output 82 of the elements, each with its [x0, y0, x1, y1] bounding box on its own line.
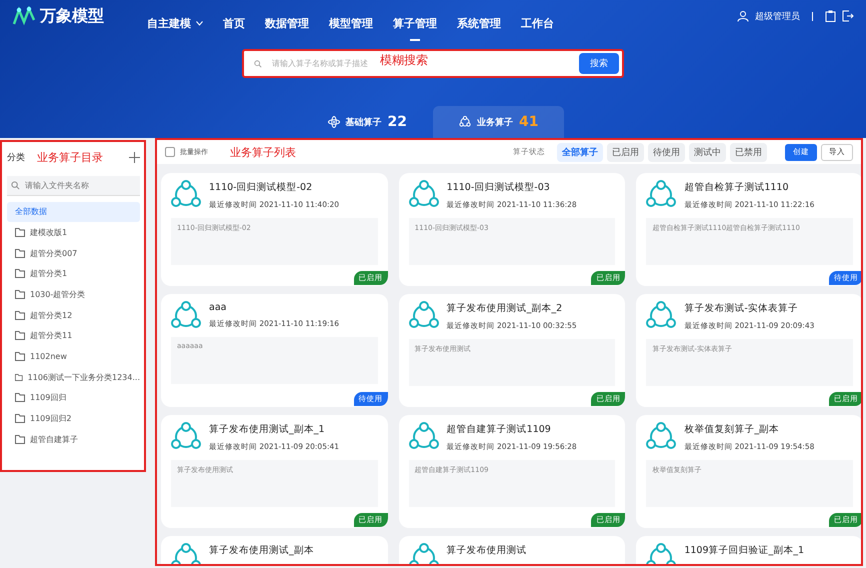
card-title: 算子发布使用测试	[446, 544, 527, 557]
folder-item[interactable]: 超管分类1	[7, 263, 140, 284]
sidebar-title: 分类	[7, 152, 25, 164]
folder-icon	[15, 290, 25, 299]
nav-item[interactable]: 模型管理	[319, 4, 383, 42]
card-title: 算子发布使用测试_副本_2	[446, 302, 564, 315]
add-icon[interactable]	[129, 152, 140, 162]
folder-icon	[15, 414, 25, 424]
share-nodes-icon	[171, 301, 201, 329]
folder-icon	[15, 393, 25, 402]
status-filter-chip[interactable]: 已禁用	[730, 142, 767, 162]
search-icon	[11, 181, 20, 190]
card-title: aaa	[209, 302, 228, 313]
nav-item[interactable]: 系统管理	[447, 4, 511, 42]
card-title: 算子发布使用测试_副本_1	[209, 423, 326, 436]
category-tab[interactable]: 基础算子 22	[302, 106, 433, 138]
share-nodes-icon	[408, 180, 439, 208]
folder-icon	[15, 434, 25, 444]
card-title: 算子发布测试-实体表算子	[684, 302, 799, 315]
operator-card[interactable]: 算子发布使用测试	[398, 536, 626, 564]
status-filter-chip[interactable]: 全部算子	[557, 142, 603, 162]
card-title: 1110-回归测试模型-03	[446, 181, 551, 194]
card-title: 算子发布使用测试_副本	[209, 544, 314, 557]
folder-icon	[15, 310, 25, 320]
status-filter-chip[interactable]: 待使用	[648, 142, 685, 162]
category-tab[interactable]: 业务算子 41	[433, 106, 564, 138]
user-name[interactable]: 超级管理员	[755, 10, 800, 22]
clipboard-icon[interactable]	[825, 10, 836, 22]
nav-item[interactable]: 自主建模	[137, 4, 213, 42]
user-icon	[737, 10, 749, 22]
card-title: 1109算子回归验证_副本_1	[684, 544, 804, 557]
operator-card[interactable]: 算子发布使用测试_副本	[161, 536, 388, 564]
folder-search-input[interactable]: 请输入文件夹名称	[23, 180, 127, 191]
share-nodes-icon	[646, 543, 676, 564]
share-nodes-icon	[646, 301, 676, 329]
operator-card[interactable]: 1109算子回归验证_副本_1	[636, 536, 861, 564]
share-nodes-icon	[171, 422, 201, 450]
status-filter-chip[interactable]: 测试中	[689, 142, 726, 162]
share-nodes-icon	[408, 301, 439, 329]
status-filter-chip[interactable]: 已启用	[607, 142, 644, 162]
folder-item[interactable]: 超管分类007	[7, 242, 140, 264]
nav-item[interactable]: 算子管理	[383, 4, 447, 42]
atom-icon	[328, 116, 340, 128]
share-nodes-icon	[408, 422, 439, 450]
search-button[interactable]: 搜索	[579, 53, 619, 74]
card-title: 1110-回归测试模型-02	[209, 181, 314, 194]
folder-item[interactable]: 1106测试一下业务分类1234...	[7, 366, 140, 388]
annotation-label: 模糊搜索	[380, 52, 428, 69]
card-title: 超管自建算子测试1109	[446, 423, 552, 436]
card-title: 超管自检算子测试1110	[684, 181, 790, 194]
folder-icon	[15, 331, 25, 340]
folder-item[interactable]: 1109回归2	[7, 408, 140, 429]
logo-icon	[12, 6, 36, 26]
annotation-label: 业务算子目录	[37, 150, 103, 164]
share-nodes-icon	[171, 180, 201, 208]
folder-item[interactable]: 1109回归	[7, 388, 140, 408]
folder-item[interactable]: 超管分类11	[7, 325, 140, 346]
folder-item[interactable]: 超管自建算子	[7, 428, 140, 450]
folder-icon	[15, 372, 23, 382]
nav-item[interactable]: 首页	[213, 4, 255, 42]
folder-item[interactable]: 建模改版1	[7, 222, 140, 243]
search-icon	[254, 58, 262, 68]
folder-icon	[15, 269, 25, 278]
nav-item[interactable]: 数据管理	[255, 4, 319, 42]
folder-icon	[15, 248, 25, 258]
annotation-label: 业务算子列表	[230, 144, 296, 160]
share-nodes-icon	[646, 422, 676, 450]
share-nodes-icon	[646, 180, 676, 208]
share-nodes-icon	[171, 543, 201, 564]
folder-item[interactable]: 1030-超管分类	[7, 284, 140, 305]
folder-item[interactable]: 超管分类12	[7, 304, 140, 326]
folder-icon	[15, 228, 25, 237]
nav-item[interactable]: 工作台	[511, 4, 564, 42]
share-nodes-icon	[459, 116, 471, 128]
all-data-item[interactable]: 全部数据	[7, 202, 140, 222]
folder-item[interactable]: 1102new	[7, 346, 140, 367]
card-title: 枚举值复刻算子_副本	[684, 423, 780, 436]
folder-icon	[15, 352, 25, 361]
folder-search-field[interactable]: 请输入文件夹名称	[7, 176, 140, 196]
logout-icon[interactable]	[842, 10, 854, 22]
share-nodes-icon	[408, 543, 439, 564]
app-logo-text: 万象模型	[40, 6, 104, 26]
